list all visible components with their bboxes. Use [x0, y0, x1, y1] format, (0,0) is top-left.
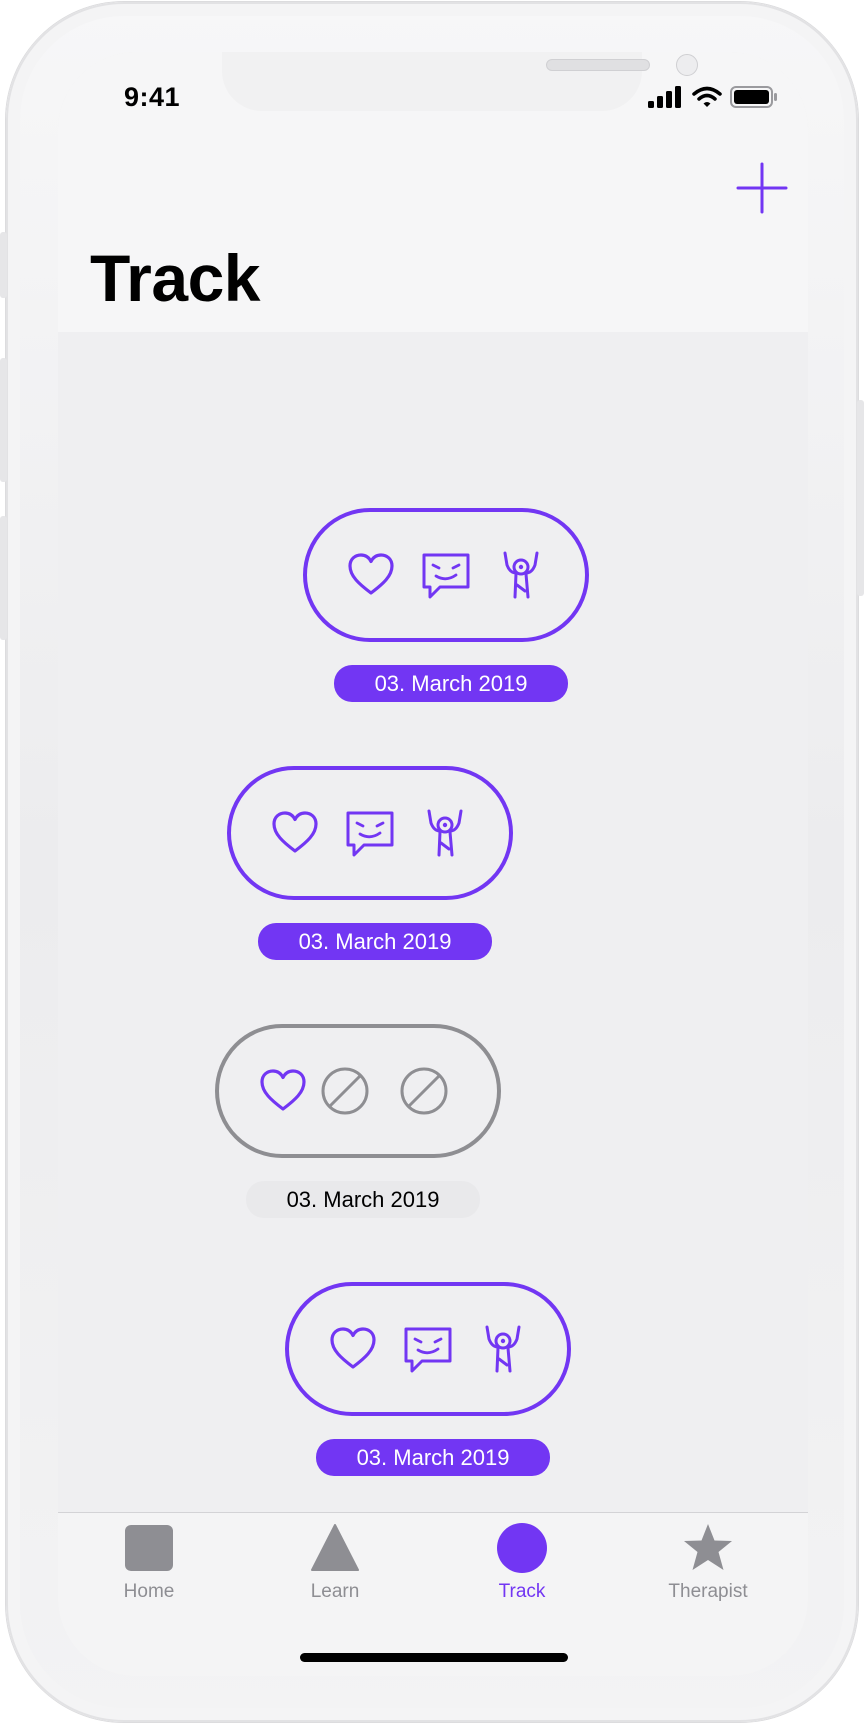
page-title: Track [90, 241, 260, 315]
disabled-icon [400, 1067, 448, 1115]
disabled-icon [321, 1067, 369, 1115]
entry-date-label: 03. March 2019 [258, 923, 492, 960]
add-entry-button[interactable] [734, 160, 790, 216]
square-icon [125, 1525, 173, 1571]
wifi-icon [692, 86, 722, 107]
tab-learn[interactable]: Learn [245, 1513, 425, 1623]
entry-date-label: 03. March 2019 [316, 1439, 550, 1476]
star-icon [684, 1524, 732, 1570]
triangle-icon [311, 1524, 359, 1571]
track-entry-card[interactable] [303, 508, 589, 642]
entry-date-label: 03. March 2019 [334, 665, 568, 702]
heart-icon [348, 553, 394, 595]
plus-icon [736, 162, 788, 214]
person-arms-up-icon [485, 1325, 521, 1373]
status-bar: 9:41 [58, 52, 808, 142]
heart-icon [330, 1327, 376, 1369]
circle-icon [497, 1523, 547, 1573]
tab-therapist[interactable]: Therapist [618, 1513, 798, 1623]
heart-icon [260, 1069, 306, 1111]
tab-label: Track [498, 1581, 546, 1602]
tab-home[interactable]: Home [59, 1513, 239, 1623]
tab-label: Therapist [668, 1581, 748, 1602]
tab-label: Home [123, 1581, 175, 1602]
person-arms-up-icon [503, 551, 539, 599]
message-smile-icon [346, 811, 394, 857]
home-indicator[interactable] [300, 1653, 568, 1662]
track-entry-card[interactable] [215, 1024, 501, 1158]
tab-bar: Home Learn Track Therapist [58, 1512, 808, 1676]
volume-down-button [0, 516, 7, 640]
track-entry-card[interactable] [227, 766, 513, 900]
person-arms-up-icon [427, 809, 463, 857]
battery-icon [730, 86, 777, 108]
volume-up-button [0, 358, 7, 482]
message-smile-icon [404, 1327, 452, 1373]
tab-track[interactable]: Track [432, 1513, 612, 1623]
status-icons [648, 86, 778, 108]
cellular-signal-icon [648, 86, 681, 108]
power-button [857, 400, 864, 596]
entry-date-label: 03. March 2019 [246, 1181, 480, 1218]
status-time: 9:41 [124, 82, 181, 112]
track-entry-card[interactable] [285, 1282, 571, 1416]
silent-switch [0, 232, 7, 298]
heart-icon [272, 811, 318, 853]
app-screen: Track 9:41 03. March 2019 03. March 2019… [58, 52, 808, 1676]
tab-label: Learn [310, 1581, 360, 1602]
message-smile-icon [422, 553, 470, 599]
